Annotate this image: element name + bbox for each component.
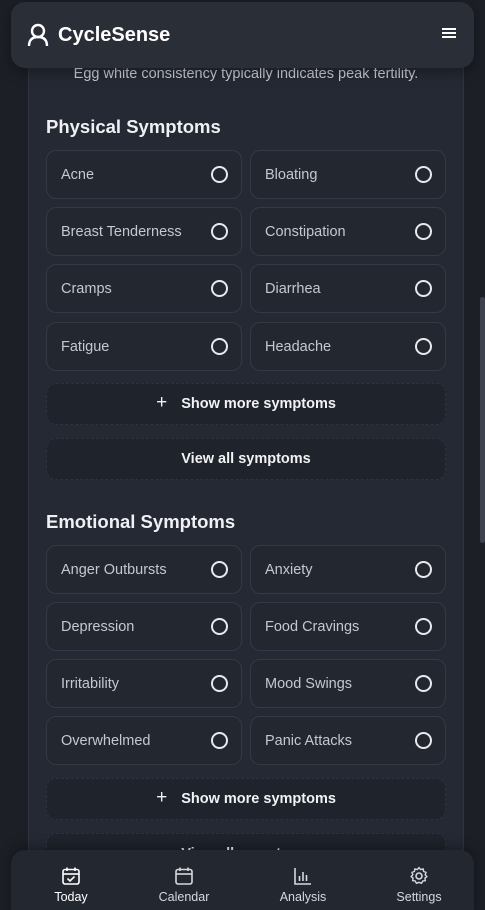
symptom-chip-cramps[interactable]: Cramps	[46, 264, 242, 313]
symptom-radio[interactable]	[415, 732, 432, 749]
symptom-label: Constipation	[265, 223, 346, 240]
symptom-chip-breast-tenderness[interactable]: Breast Tenderness	[46, 207, 242, 256]
show-more-label: Show more symptoms	[181, 791, 336, 807]
symptom-radio[interactable]	[415, 561, 432, 578]
symptom-chip-depression[interactable]: Depression	[46, 602, 242, 651]
symptom-label: Headache	[265, 338, 332, 355]
symptom-label: Acne	[61, 166, 95, 183]
nav-item-calendar[interactable]: Calendar	[139, 850, 229, 910]
symptom-chip-acne[interactable]: Acne	[46, 150, 242, 199]
symptom-label: Overwhelmed	[61, 732, 151, 749]
symptom-radio[interactable]	[415, 338, 432, 355]
symptom-chip-constipation[interactable]: Constipation	[250, 207, 446, 256]
symptom-label: Depression	[61, 618, 135, 635]
symptom-radio[interactable]	[211, 338, 228, 355]
hamburger-menu-icon[interactable]	[442, 25, 456, 41]
symptom-chip-overwhelmed[interactable]: Overwhelmed	[46, 716, 242, 765]
symptom-chip-anger-outbursts[interactable]: Anger Outbursts	[46, 545, 242, 594]
symptom-radio[interactable]	[211, 280, 228, 297]
symptom-label: Bloating	[265, 166, 318, 183]
symptom-label: Cramps	[61, 280, 112, 297]
symptom-chip-bloating[interactable]: Bloating	[250, 150, 446, 199]
symptom-radio[interactable]	[415, 675, 432, 692]
show-more-label: Show more symptoms	[181, 396, 336, 412]
physical-symptoms-title: Physical Symptoms	[46, 116, 221, 137]
symptom-chip-diarrhea[interactable]: Diarrhea	[250, 264, 446, 313]
symptom-radio[interactable]	[415, 223, 432, 240]
app-title: CycleSense	[58, 23, 171, 46]
plus-icon: +	[156, 392, 168, 413]
symptom-label: Panic Attacks	[265, 732, 353, 749]
symptom-label: Breast Tenderness	[61, 223, 182, 240]
symptom-chip-panic-attacks[interactable]: Panic Attacks	[250, 716, 446, 765]
symptom-radio[interactable]	[415, 166, 432, 183]
symptom-radio[interactable]	[415, 280, 432, 297]
symptom-chip-headache[interactable]: Headache	[250, 322, 446, 371]
symptom-chip-mood-swings[interactable]: Mood Swings	[250, 659, 446, 708]
app-header: CycleSense	[11, 2, 474, 68]
bar-chart-icon	[294, 868, 311, 885]
nav-label-calendar: Calendar	[158, 890, 210, 904]
symptom-label: Fatigue	[61, 338, 110, 355]
fertility-note: Egg white consistency typically indicate…	[73, 66, 419, 82]
symptom-radio[interactable]	[415, 618, 432, 635]
bottom-nav: Today Calendar Analysis Settings	[11, 850, 474, 910]
view-all-label: View all symptoms	[181, 451, 311, 467]
symptom-radio[interactable]	[211, 618, 228, 635]
symptom-label: Anger Outbursts	[61, 561, 167, 578]
symptom-chip-anxiety[interactable]: Anxiety	[250, 545, 446, 594]
symptom-label: Food Cravings	[265, 618, 360, 635]
nav-item-analysis[interactable]: Analysis	[258, 850, 348, 910]
nav-item-settings[interactable]: Settings	[374, 850, 464, 910]
app-viewport: Egg white consistency typically indicate…	[0, 0, 485, 910]
symptom-radio[interactable]	[211, 561, 228, 578]
plus-icon: +	[156, 787, 168, 808]
symptom-radio[interactable]	[211, 166, 228, 183]
symptom-chip-fatigue[interactable]: Fatigue	[46, 322, 242, 371]
symptom-label: Irritability	[61, 675, 120, 692]
user-logo-icon	[27, 23, 49, 47]
nav-label-analysis: Analysis	[279, 890, 327, 904]
symptom-radio[interactable]	[211, 732, 228, 749]
show-more-emotional-button[interactable]: + Show more symptoms	[46, 778, 446, 820]
nav-label-settings: Settings	[396, 890, 442, 904]
gear-icon	[410, 866, 428, 884]
symptom-label: Anxiety	[265, 561, 313, 578]
symptom-label: Mood Swings	[265, 675, 353, 692]
symptom-radio[interactable]	[211, 223, 228, 240]
nav-label-today: Today	[54, 890, 88, 904]
symptom-chip-food-cravings[interactable]: Food Cravings	[250, 602, 446, 651]
symptom-label: Diarrhea	[265, 280, 321, 297]
view-all-physical-button[interactable]: View all symptoms	[46, 438, 446, 480]
scrollbar-thumb[interactable]	[480, 297, 485, 543]
show-more-physical-button[interactable]: + Show more symptoms	[46, 383, 446, 425]
calendar-icon	[175, 867, 193, 885]
emotional-symptoms-title: Emotional Symptoms	[46, 511, 236, 532]
nav-item-today[interactable]: Today	[26, 850, 116, 910]
symptom-chip-irritability[interactable]: Irritability	[46, 659, 242, 708]
symptom-radio[interactable]	[211, 675, 228, 692]
calendar-check-icon	[62, 867, 80, 885]
